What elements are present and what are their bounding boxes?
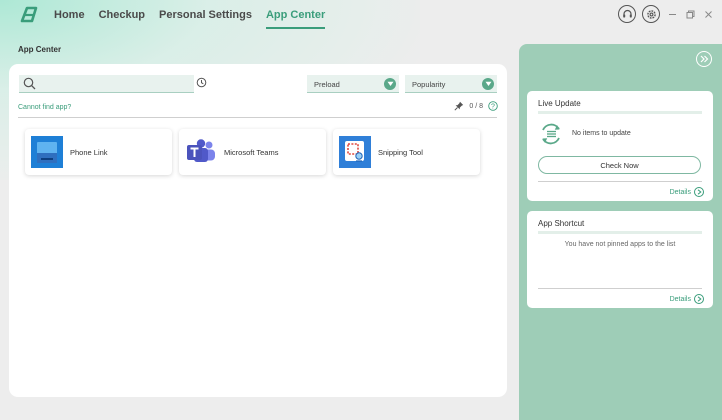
pinned-count-text: 0 / 8 [469,102,483,110]
live-update-details-link[interactable]: Details [670,187,704,197]
title-underline [538,111,702,114]
teams-icon [187,139,215,162]
sort-select-value: Popularity [412,80,446,89]
update-sync-icon [542,123,560,145]
app-tile-phone-link[interactable]: Phone Link [25,129,172,175]
check-now-button[interactable]: Check Now [538,156,701,174]
nav-personal-settings[interactable]: Personal Settings [159,9,252,29]
help-icon[interactable]: ? [488,101,498,111]
app-tile-microsoft-teams[interactable]: Microsoft Teams [179,129,326,175]
nav-app-center[interactable]: App Center [265,9,326,29]
restore-icon[interactable] [684,8,696,20]
app-name: Phone Link [70,147,108,157]
sort-select[interactable]: Popularity [405,75,497,93]
search-icon [23,77,36,90]
search-input[interactable] [19,75,194,93]
nav-checkup[interactable]: Checkup [99,9,145,29]
app-shortcut-title: App Shortcut [538,219,585,228]
support-headset-icon[interactable] [618,5,636,23]
cannot-find-app-link[interactable]: Cannot find app? [18,104,71,111]
card-divider [538,288,702,289]
app-shortcut-details-link[interactable]: Details [670,294,704,304]
details-label: Details [669,188,691,196]
window-controls [618,5,714,23]
app-name: Microsoft Teams [224,147,279,157]
update-status-text: No items to update [572,130,631,137]
app-name: Snipping Tool [378,147,423,157]
preload-select[interactable]: Preload [307,75,399,93]
chevron-down-icon [384,78,396,90]
collapse-panel-icon[interactable] [696,51,712,67]
nav-home[interactable]: Home [54,9,85,29]
app-logo-icon [20,6,38,23]
pinned-counter: 0 / 8 ? [454,101,498,111]
top-bar: Home Checkup Personal Settings App Cente… [0,0,722,30]
right-panel: Live Update No items to update Check Now… [519,44,722,420]
chevron-right-icon [694,294,704,304]
shortcut-empty-text: You have not pinned apps to the list [564,241,676,248]
minimize-icon[interactable] [666,8,678,20]
app-list-card: Preload Popularity Cannot find app? 0 / … [9,64,507,397]
app-shortcut-card: App Shortcut You have not pinned apps to… [527,211,713,308]
main-nav: Home Checkup Personal Settings App Cente… [54,9,339,29]
page-title: App Center [18,45,62,54]
history-icon[interactable] [196,77,207,88]
card-divider [538,181,702,182]
chevron-right-icon [694,187,704,197]
snipping-tool-icon [339,136,371,168]
svg-text:?: ? [491,104,495,111]
app-tile-snipping-tool[interactable]: Snipping Tool [333,129,480,175]
live-update-title: Live Update [538,99,581,108]
title-underline [538,231,702,234]
preload-select-value: Preload [314,80,340,89]
settings-gear-icon[interactable] [642,5,660,23]
details-label: Details [669,295,691,303]
live-update-card: Live Update No items to update Check Now… [527,91,713,201]
chevron-down-icon [482,78,494,90]
pin-icon [454,101,464,111]
divider [18,117,497,118]
phone-link-icon [31,136,63,168]
close-icon[interactable] [702,8,714,20]
